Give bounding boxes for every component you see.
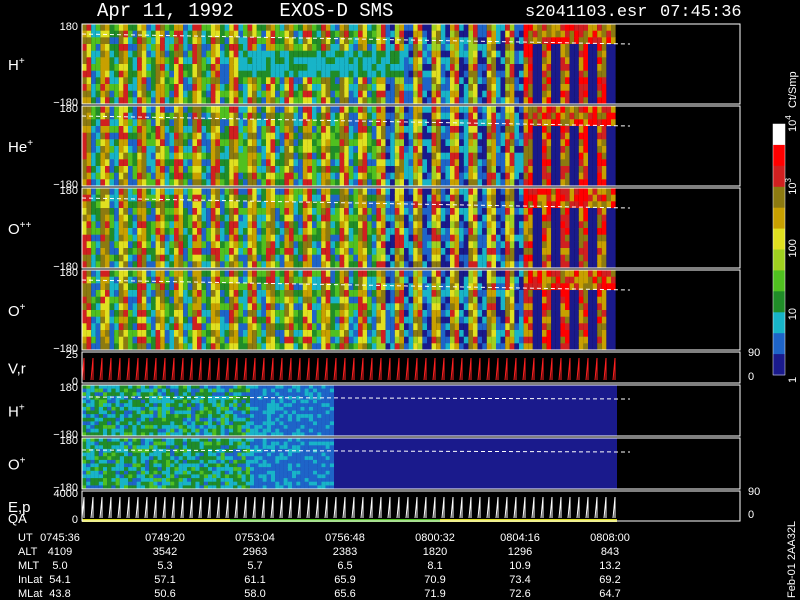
table-cell: 58.0 xyxy=(244,588,265,600)
table-cell: 65.6 xyxy=(334,588,355,600)
colorbar-swatch xyxy=(773,124,785,146)
table-cell: 0753:04 xyxy=(235,532,275,544)
colorbar-swatch xyxy=(773,144,785,167)
colorbar-swatch xyxy=(773,312,785,334)
file-name: s2041103.esr xyxy=(525,3,647,22)
table-cell: 54.1 xyxy=(49,574,70,586)
y-tick-top: 180 xyxy=(60,382,78,394)
table-cell: 0756:48 xyxy=(325,532,365,544)
table-cell: 69.2 xyxy=(599,574,620,586)
figure: Apr 11, 1992 EXOS-D SMS s2041103.esr 07:… xyxy=(0,0,800,600)
table-cell: 1820 xyxy=(423,546,447,558)
heatmap-cells xyxy=(82,24,616,105)
heatmap-cells xyxy=(82,270,616,351)
table-cell: 4109 xyxy=(48,546,72,558)
table-row-name: MLat xyxy=(18,588,42,600)
colorbar-swatch xyxy=(773,270,785,292)
colorbar-tick: 100 xyxy=(787,239,799,257)
heatmap-cells xyxy=(82,188,616,269)
start-time: 07:45:36 xyxy=(660,3,742,22)
table-cell: 73.4 xyxy=(509,574,530,586)
y-tick-top: 180 xyxy=(60,435,78,447)
table-cell: 71.9 xyxy=(424,588,445,600)
table-cell: 5.3 xyxy=(157,560,172,572)
table-cell: 10.9 xyxy=(509,560,530,572)
colorbar-unit: Ct/Smp xyxy=(787,71,799,108)
table-cell: 0749:20 xyxy=(145,532,185,544)
table-cell: 3542 xyxy=(153,546,177,558)
table-cell: 2383 xyxy=(333,546,357,558)
colorbar-swatch xyxy=(773,333,785,355)
colorbar-swatch xyxy=(773,249,785,271)
right-tick-bottom: 0 xyxy=(748,509,754,521)
table-cell: 0804:16 xyxy=(500,532,540,544)
footer-stamp: Feb-01 2AA32L xyxy=(786,521,798,598)
table-cell: 72.6 xyxy=(509,588,530,600)
y-tick-top: 180 xyxy=(60,103,78,115)
table-cell: 64.7 xyxy=(599,588,620,600)
table-cell: 0800:32 xyxy=(415,532,455,544)
table-cell: 0808:00 xyxy=(590,532,630,544)
table-cell: 57.1 xyxy=(154,574,175,586)
colorbar-swatch xyxy=(773,228,785,250)
colorbar-tick: 1 xyxy=(787,377,799,383)
table-row-name: UT xyxy=(18,532,33,544)
right-tick-top: 90 xyxy=(748,486,760,498)
panel-label: V,r xyxy=(8,361,26,378)
table-cell: 5.7 xyxy=(247,560,262,572)
table-cell: 61.1 xyxy=(244,574,265,586)
colorbar-tick: 10 xyxy=(787,308,799,320)
panel-label-2: QA xyxy=(8,511,27,526)
table-cell: 1296 xyxy=(508,546,532,558)
colorbar-swatch xyxy=(773,291,785,313)
table-cell: 0745:36 xyxy=(40,532,80,544)
table-row-name: MLT xyxy=(18,560,39,572)
y-tick-bottom: 0 xyxy=(72,514,78,526)
table-row-name: InLat xyxy=(18,574,42,586)
colorbar-swatch xyxy=(773,207,785,230)
table-cell: 6.5 xyxy=(337,560,352,572)
plot-title: Apr 11, 1992 EXOS-D SMS xyxy=(97,0,393,22)
table-cell: 50.6 xyxy=(154,588,175,600)
right-tick-top: 90 xyxy=(748,347,760,359)
table-cell: 43.8 xyxy=(49,588,70,600)
table-cell: 70.9 xyxy=(424,574,445,586)
table-row-name: ALT xyxy=(18,546,38,558)
heatmap-cells xyxy=(82,106,616,187)
y-tick-top: 25 xyxy=(66,349,78,361)
table-cell: 8.1 xyxy=(427,560,442,572)
y-tick-top: 180 xyxy=(60,21,78,33)
heatmap-cells xyxy=(82,438,334,490)
table-cell: 843 xyxy=(601,546,619,558)
y-tick-top: 4000 xyxy=(54,488,78,500)
table-cell: 5.0 xyxy=(52,560,67,572)
colorbar-swatch xyxy=(773,354,785,376)
colorbar-swatch xyxy=(773,165,785,188)
heatmap-cells xyxy=(82,385,334,437)
colorbar-swatch xyxy=(773,186,785,209)
y-tick-top: 180 xyxy=(60,185,78,197)
table-cell: 65.9 xyxy=(334,574,355,586)
table-cell: 13.2 xyxy=(599,560,620,572)
right-tick-bottom: 0 xyxy=(748,371,754,383)
table-cell: 2963 xyxy=(243,546,267,558)
y-tick-top: 180 xyxy=(60,267,78,279)
